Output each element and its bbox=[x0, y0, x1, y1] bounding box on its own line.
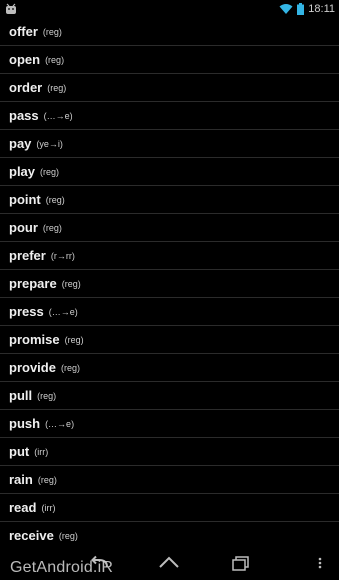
list-item[interactable]: pull (reg) bbox=[0, 382, 339, 410]
status-bar: 18:11 bbox=[0, 0, 339, 18]
verb-tag: (reg) bbox=[58, 530, 78, 541]
overflow-menu-icon[interactable] bbox=[314, 553, 326, 573]
verb-list[interactable]: offer (reg) open (reg) order (reg) pass (…→e) pa… bbox=[0, 18, 339, 547]
verb-tag: (irr) bbox=[34, 446, 49, 457]
list-item[interactable]: provide (reg) bbox=[0, 354, 339, 382]
list-item[interactable]: read (irr) bbox=[0, 494, 339, 522]
verb-tag: (reg) bbox=[42, 222, 62, 233]
list-item[interactable]: push (…→e) bbox=[0, 410, 339, 438]
list-item[interactable]: order (reg) bbox=[0, 74, 339, 102]
verb-word: play bbox=[9, 164, 36, 179]
list-item[interactable]: play (reg) bbox=[0, 158, 339, 186]
verb-tag: (…→e) bbox=[43, 110, 73, 121]
list-item[interactable]: pass (…→e) bbox=[0, 102, 339, 130]
verb-word: promise bbox=[9, 332, 60, 347]
verb-word: prefer bbox=[9, 248, 46, 263]
verb-tag: (reg) bbox=[64, 334, 84, 345]
verb-tag: (ye→i) bbox=[36, 138, 63, 149]
verb-tag: (reg) bbox=[61, 278, 81, 289]
verb-word: pull bbox=[9, 388, 33, 403]
verb-word: open bbox=[9, 52, 41, 67]
wifi-icon bbox=[279, 4, 293, 14]
verb-tag: (reg) bbox=[47, 82, 67, 93]
status-time: 18:11 bbox=[308, 3, 335, 15]
list-item[interactable]: prepare (reg) bbox=[0, 270, 339, 298]
verb-word: pass bbox=[9, 108, 39, 123]
verb-word: read bbox=[9, 500, 37, 515]
verb-tag: (reg) bbox=[42, 26, 62, 37]
verb-tag: (reg) bbox=[37, 474, 57, 485]
verb-tag: (reg) bbox=[45, 54, 65, 65]
navigation-bar: GetAndroid.iR bbox=[0, 547, 339, 580]
recents-icon[interactable] bbox=[229, 553, 253, 573]
verb-word: rain bbox=[9, 472, 33, 487]
list-item[interactable]: put (irr) bbox=[0, 438, 339, 466]
verb-tag: (reg) bbox=[45, 194, 65, 205]
verb-word: point bbox=[9, 192, 41, 207]
verb-word: push bbox=[9, 416, 41, 431]
list-item[interactable]: press (…→e) bbox=[0, 298, 339, 326]
list-item[interactable]: receive (reg) bbox=[0, 522, 339, 547]
watermark: GetAndroid.iR bbox=[10, 559, 114, 576]
verb-word: offer bbox=[9, 24, 38, 39]
verb-tag: (…→e) bbox=[48, 306, 78, 317]
verb-word: pay bbox=[9, 136, 32, 151]
verb-word: provide bbox=[9, 360, 56, 375]
list-item[interactable]: pour (reg) bbox=[0, 214, 339, 242]
list-item[interactable]: pay (ye→i) bbox=[0, 130, 339, 158]
list-item[interactable]: offer (reg) bbox=[0, 18, 339, 46]
verb-word: pour bbox=[9, 220, 38, 235]
list-item[interactable]: rain (reg) bbox=[0, 466, 339, 494]
list-item[interactable]: promise (reg) bbox=[0, 326, 339, 354]
list-item[interactable]: open (reg) bbox=[0, 46, 339, 74]
verb-tag: (reg) bbox=[60, 362, 80, 373]
verb-word: press bbox=[9, 304, 44, 319]
home-icon[interactable] bbox=[157, 553, 181, 573]
battery-icon bbox=[297, 3, 305, 15]
list-item[interactable]: prefer (r→rr) bbox=[0, 242, 339, 270]
verb-tag: (reg) bbox=[37, 390, 57, 401]
verb-tag: (irr) bbox=[41, 502, 56, 513]
verb-tag: (reg) bbox=[40, 166, 60, 177]
verb-word: order bbox=[9, 80, 43, 95]
verb-word: put bbox=[9, 444, 30, 459]
verb-word: receive bbox=[9, 528, 54, 543]
list-item[interactable]: point (reg) bbox=[0, 186, 339, 214]
verb-tag: (r→rr) bbox=[50, 250, 75, 261]
verb-word: prepare bbox=[9, 276, 57, 291]
android-icon bbox=[6, 3, 16, 14]
status-right: 18:11 bbox=[279, 1, 335, 17]
verb-tag: (…→e) bbox=[45, 418, 75, 429]
